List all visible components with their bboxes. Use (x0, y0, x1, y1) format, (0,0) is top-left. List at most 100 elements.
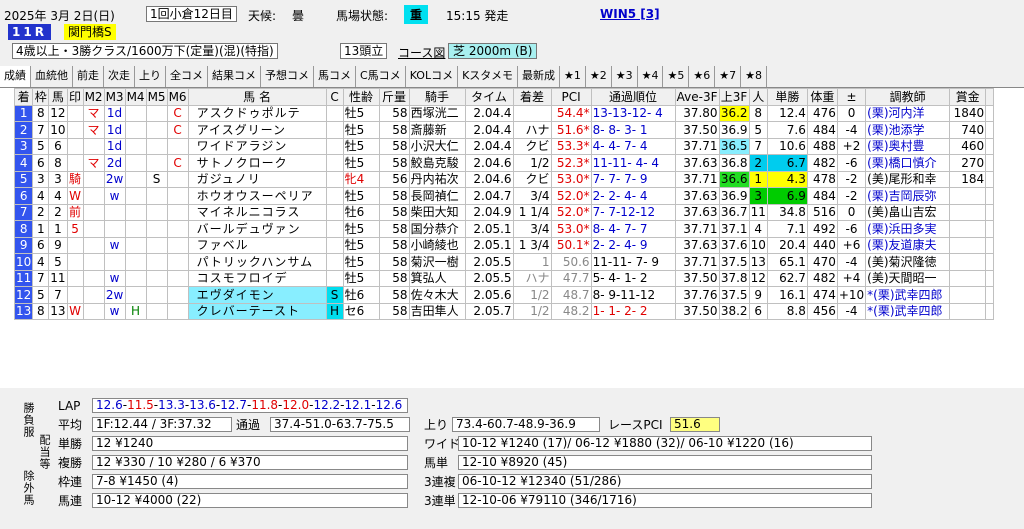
table-row[interactable]: 13 8 13 Ww H クレバーテースト H セ6 58 吉田隼人 2.05.7 1/2 48.2 1-… (13, 302, 995, 320)
table-row[interactable]: 1 8 12 マ 1d C アスクドゥポルテ 牡5 58 西塚洸二 2.04.4 54.4* 13-13… (13, 104, 995, 122)
cell-trainer[interactable]: (栗)奥村豊 (865, 137, 951, 155)
col-header-3[interactable]: 印 (66, 88, 84, 106)
tab-11[interactable]: Kスタメモ (458, 66, 518, 87)
col-header-13[interactable]: 騎手 (408, 88, 466, 106)
col-header-10[interactable]: C (325, 88, 344, 106)
cell-trainer[interactable]: (美)菊沢隆徳 (865, 253, 951, 271)
tab-10[interactable]: KOLコメ (406, 66, 459, 87)
tab-6[interactable]: 結果コメ (208, 66, 261, 87)
table-row[interactable]: 9 6 9 w ファベル 牡5 58 小崎綾也 2.05.1 1 3/4 50.1* 2- 2- 4-… (13, 236, 995, 254)
cell-name[interactable]: ガジュノリ (187, 170, 327, 188)
tab-16[interactable]: ★4 (638, 66, 664, 87)
tab-15[interactable]: ★3 (612, 66, 638, 87)
tab-1[interactable]: 血統他 (31, 66, 73, 87)
table-row[interactable]: 8 1 1 5 バールデュヴァン 牡5 58 国分恭介 2.05.1 3/4 53.0* 8- 4- … (13, 220, 995, 238)
cell-jockey[interactable]: 箕弘人 (408, 269, 466, 287)
col-header-24[interactable]: 調教師 (865, 88, 951, 106)
cell-jockey[interactable]: 柴田大知 (408, 203, 466, 221)
tab-4[interactable]: 上り (135, 66, 166, 87)
side-tab-scratched[interactable]: 除外馬 (20, 470, 36, 514)
col-header-9[interactable]: 馬 名 (187, 88, 327, 106)
cell-name[interactable]: アスクドゥポルテ (187, 104, 327, 122)
col-header-20[interactable]: 人 (748, 88, 768, 106)
cell-name[interactable]: クレバーテースト (187, 302, 327, 320)
col-header-5[interactable]: M3 (103, 88, 126, 106)
side-tab-payout[interactable]: 配当等 (36, 434, 52, 478)
col-header-11[interactable]: 性齢 (342, 88, 380, 106)
table-row[interactable]: 6 4 4 Ww ホウオウスーペリア 牡5 58 長岡禎仁 2.04.7 3/4 52.0* 2- 2… (13, 187, 995, 205)
cell-trainer[interactable]: (栗)河内洋 (865, 104, 951, 122)
tab-13[interactable]: ★1 (560, 66, 586, 87)
cell-jockey[interactable]: 斎藤新 (408, 121, 466, 139)
cell-name[interactable]: コスモフロイデ (187, 269, 327, 287)
tab-5[interactable]: 全コメ (166, 66, 208, 87)
tab-17[interactable]: ★5 (663, 66, 690, 87)
cell-trainer[interactable]: (美)天間昭一 (865, 269, 951, 287)
col-header-23[interactable]: ± (836, 88, 867, 106)
col-header-16[interactable]: PCI (550, 88, 592, 106)
col-header-26[interactable] (985, 88, 995, 106)
tab-9[interactable]: C馬コメ (356, 66, 406, 87)
table-row[interactable]: 3 5 6 1d ワイドアラジン 牡5 58 小沢大仁 2.04.4 クビ 53.3* 4- 4- 7… (13, 137, 995, 155)
col-header-8[interactable]: M6 (166, 88, 189, 106)
cell-name[interactable]: エヴダイモン (187, 286, 327, 304)
col-header-21[interactable]: 単勝 (766, 88, 808, 106)
tab-8[interactable]: 馬コメ (314, 66, 356, 87)
tab-20[interactable]: ★8 (741, 66, 767, 87)
cell-name[interactable]: アイスグリーン (187, 121, 327, 139)
cell-trainer[interactable]: (美)畠山吉宏 (865, 203, 951, 221)
cell-name[interactable]: パトリックハンサム (187, 253, 327, 271)
cell-trainer[interactable]: *(栗)武幸四郎 (865, 286, 951, 304)
col-header-17[interactable]: 通過順位 (590, 88, 676, 106)
cell-jockey[interactable]: 吉田隼人 (408, 302, 466, 320)
cell-trainer[interactable]: (栗)池添学 (865, 121, 951, 139)
course-map-button[interactable]: コース図 (398, 44, 445, 61)
cell-jockey[interactable]: 鮫島克駿 (408, 154, 466, 172)
cell-name[interactable]: ワイドアラジン (187, 137, 327, 155)
cell-trainer[interactable]: (栗)吉岡辰弥 (865, 187, 951, 205)
col-header-4[interactable]: M2 (82, 88, 105, 106)
cell-name[interactable]: ファベル (187, 236, 327, 254)
tab-0[interactable]: 成績 (0, 66, 31, 87)
tab-7[interactable]: 予想コメ (261, 66, 314, 87)
cell-name[interactable]: マイネルニコラス (187, 203, 327, 221)
col-header-6[interactable]: M4 (124, 88, 147, 106)
table-row[interactable]: 2 7 10 マ 1d C アイスグリーン 牡5 58 斎藤新 2.04.4 ハナ 51.6* 8- 8-… (13, 121, 995, 139)
table-row[interactable]: 12 5 7 2w エヴダイモン S 牡6 58 佐々木大 2.05.6 1/2 48.7 8- 9-1… (13, 286, 995, 304)
cell-jockey[interactable]: 長岡禎仁 (408, 187, 466, 205)
tab-3[interactable]: 次走 (104, 66, 135, 87)
cell-jockey[interactable]: 西塚洸二 (408, 104, 466, 122)
cell-jockey[interactable]: 丹内祐次 (408, 170, 466, 188)
tab-12[interactable]: 最新成 (518, 66, 560, 87)
cell-jockey[interactable]: 菊沢一樹 (408, 253, 466, 271)
win5-link[interactable]: WIN5 [3] (600, 7, 660, 21)
side-tab-silks[interactable]: 勝負服 (20, 402, 36, 446)
table-row[interactable]: 11 7 11 w コスモフロイデ 牡5 58 箕弘人 2.05.5 ハナ 47.7 5- 4- 1-… (13, 269, 995, 287)
col-header-7[interactable]: M5 (145, 88, 168, 106)
col-header-2[interactable]: 馬 (48, 88, 68, 106)
col-header-18[interactable]: Ave-3F (674, 88, 720, 106)
col-header-12[interactable]: 斤量 (378, 88, 410, 106)
cell-name[interactable]: ホウオウスーペリア (187, 187, 327, 205)
cell-jockey[interactable]: 佐々木大 (408, 286, 466, 304)
cell-name[interactable]: バールデュヴァン (187, 220, 327, 238)
col-header-19[interactable]: 上3F (718, 88, 750, 106)
tab-2[interactable]: 前走 (73, 66, 104, 87)
col-header-1[interactable]: 枠 (32, 88, 50, 106)
cell-trainer[interactable]: (栗)浜田多実 (865, 220, 951, 238)
col-header-15[interactable]: 着差 (512, 88, 552, 106)
tab-19[interactable]: ★7 (715, 66, 742, 87)
tab-18[interactable]: ★6 (689, 66, 716, 87)
col-header-0[interactable]: 着 (13, 88, 34, 106)
table-row[interactable]: 7 2 2 前 マイネルニコラス 牡6 58 柴田大知 2.04.9 1 1/4 52.0* 7- 7… (13, 203, 995, 221)
col-header-14[interactable]: タイム (464, 88, 514, 106)
cell-jockey[interactable]: 小崎綾也 (408, 236, 466, 254)
cell-jockey[interactable]: 国分恭介 (408, 220, 466, 238)
table-row[interactable]: 4 6 8 マ 2d C サトノクローク 牡5 58 鮫島克駿 2.04.6 1/2 52.3* 11-1… (13, 154, 995, 172)
cell-name[interactable]: サトノクローク (187, 154, 327, 172)
table-row[interactable]: 10 4 5 パトリックハンサム 牡5 58 菊沢一樹 2.05.5 1 50.6 11-11- 7… (13, 253, 995, 271)
cell-trainer[interactable]: *(栗)武幸四郎 (865, 302, 951, 320)
cell-trainer[interactable]: (栗)友道康夫 (865, 236, 951, 254)
tab-14[interactable]: ★2 (586, 66, 612, 87)
cell-jockey[interactable]: 小沢大仁 (408, 137, 466, 155)
